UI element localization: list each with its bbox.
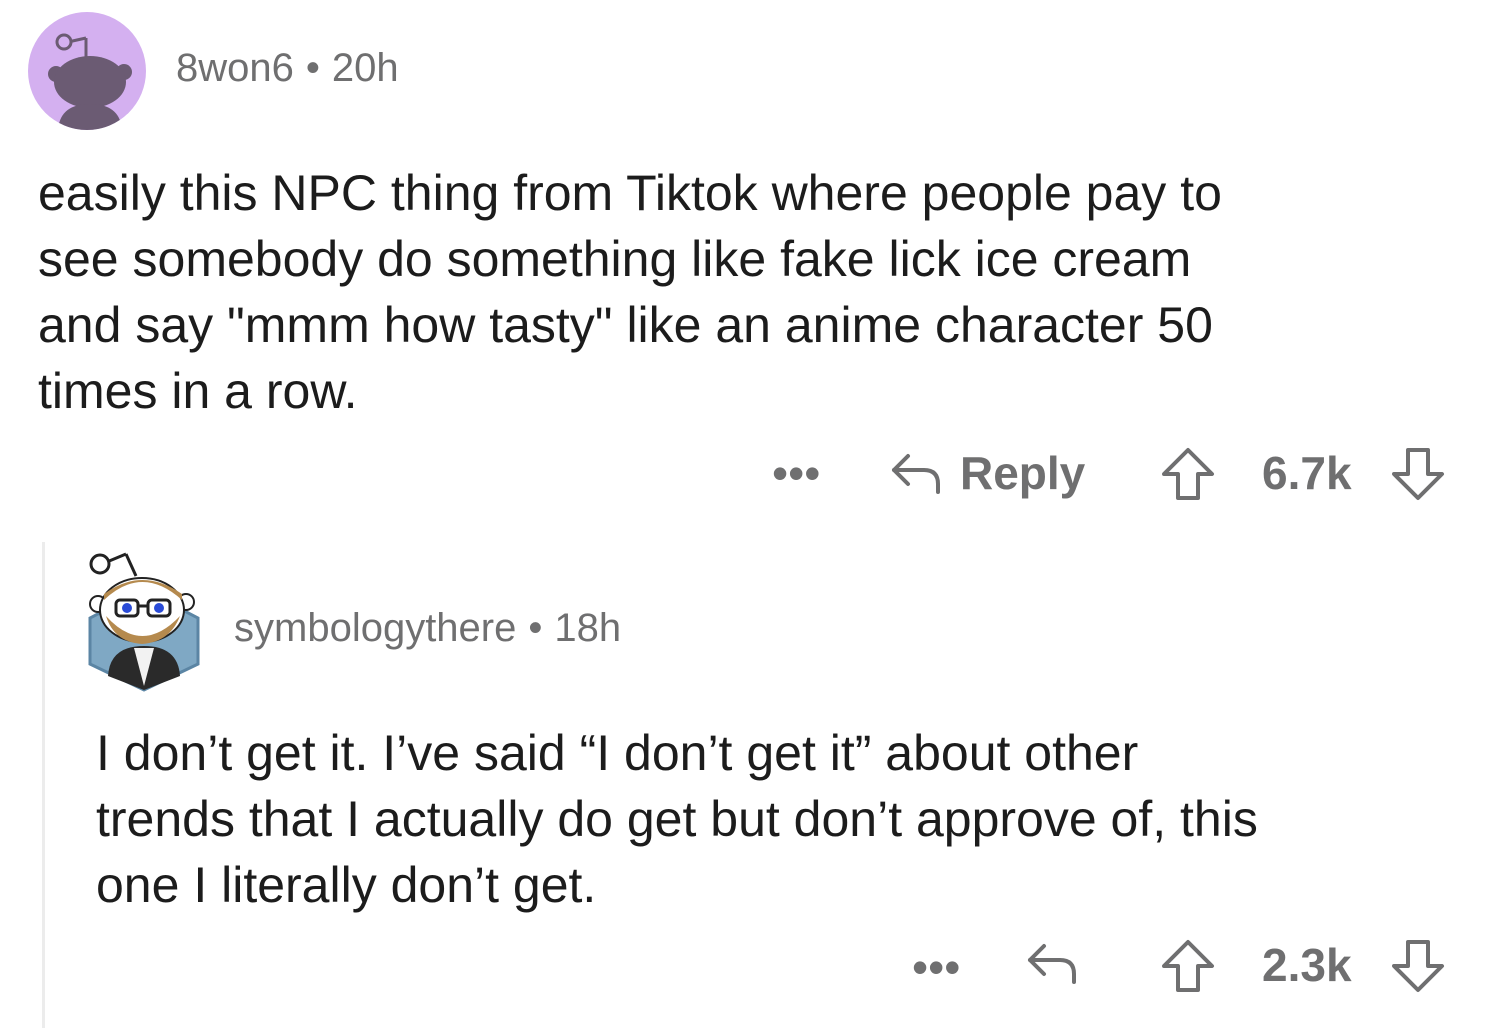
meta-separator: •	[305, 46, 320, 90]
meta-separator: •	[528, 606, 543, 650]
more-options-button[interactable]: •••	[912, 940, 960, 994]
comment-meta: symbologythere • 18h	[234, 606, 621, 651]
comment-body-line: and say "mmm how tasty" like an anime ch…	[38, 297, 1213, 353]
reply-icon[interactable]	[888, 448, 944, 496]
comment-body-line: see somebody do something like fake lick…	[38, 231, 1192, 287]
comment-body-line: one I literally don’t get.	[96, 857, 597, 913]
comment-body-line: times in a row.	[38, 363, 358, 419]
snoo-custom-avatar-icon	[88, 552, 200, 692]
username[interactable]: symbologythere	[234, 606, 516, 650]
user-avatar-8won6[interactable]	[28, 12, 146, 130]
comment-body-line: easily this NPC thing from Tiktok where …	[38, 165, 1222, 221]
reply-button[interactable]: Reply	[960, 446, 1085, 500]
comment-time[interactable]: 20h	[332, 46, 399, 90]
downvote-icon[interactable]	[1390, 446, 1446, 502]
more-options-button[interactable]: •••	[772, 446, 820, 500]
thread-line[interactable]	[42, 542, 45, 1028]
comment-meta: 8won6 • 20h	[176, 46, 399, 91]
comment-body: easily this NPC thing from Tiktok where …	[38, 160, 1222, 424]
upvote-icon[interactable]	[1160, 446, 1216, 502]
comment-body: I don’t get it. I’ve said “I don’t get i…	[96, 720, 1258, 918]
downvote-icon[interactable]	[1390, 938, 1446, 994]
comment-time[interactable]: 18h	[554, 606, 621, 650]
upvote-icon[interactable]	[1160, 938, 1216, 994]
username[interactable]: 8won6	[176, 46, 294, 90]
comment-body-line: I don’t get it. I’ve said “I don’t get i…	[96, 725, 1139, 781]
vote-score: 6.7k	[1262, 447, 1352, 499]
reply-icon[interactable]	[1024, 938, 1080, 986]
snoo-avatar-icon	[48, 33, 132, 130]
comment-body-line: trends that I actually do get but don’t …	[96, 791, 1258, 847]
vote-score: 2.3k	[1262, 939, 1352, 991]
user-avatar-symbologythere[interactable]	[86, 546, 202, 692]
